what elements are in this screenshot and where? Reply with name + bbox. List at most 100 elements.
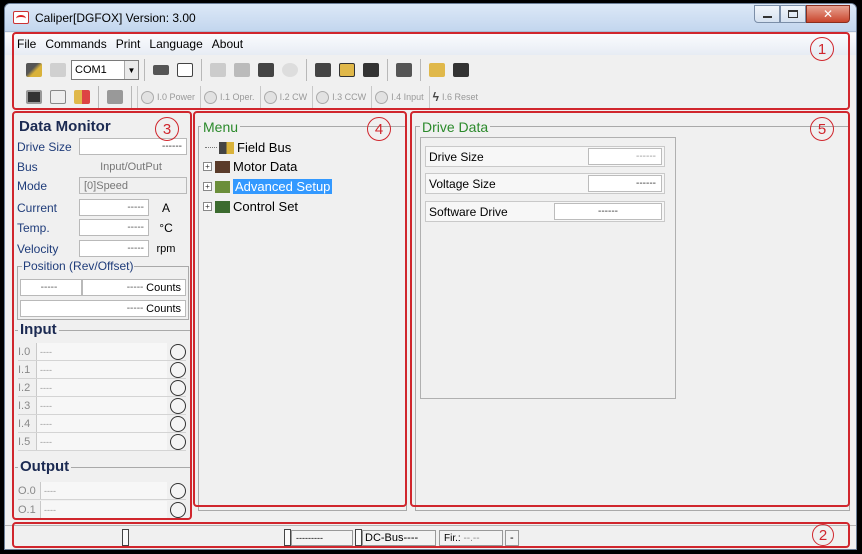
output-label: O.0 <box>18 484 36 497</box>
menu-tree-panel: Menu Field Bus + Motor Data + Advanced S… <box>198 119 407 511</box>
input-value: ---- <box>36 397 167 414</box>
files-icon <box>74 90 90 104</box>
led-indicator-icon <box>170 379 186 396</box>
expand-icon[interactable]: + <box>203 182 212 191</box>
status-led-icon <box>284 529 291 546</box>
menu-tree-title: Menu <box>201 119 241 135</box>
folder-motor-icon <box>429 63 445 77</box>
input-value: ---- <box>36 361 167 378</box>
input-label: I.4 <box>18 417 31 430</box>
title-bar[interactable]: Caliper[DGFOX] Version: 3.00 ✕ <box>5 4 856 32</box>
files-button[interactable] <box>71 86 93 108</box>
position-group: Position (Rev/Offset) ----- ----- Counts… <box>17 259 189 320</box>
input-label: I.0 <box>18 345 31 358</box>
dm-drive-size-value: ------ <box>79 138 187 155</box>
input-group: Input I.0 ---- I.1 ---- I.2 ---- I.3 ---- I.… <box>15 321 191 456</box>
annotation-badge-2: 2 <box>812 524 834 546</box>
window-title: Caliper[DGFOX] Version: 3.00 <box>35 11 196 25</box>
dm-label: Velocity <box>17 241 59 256</box>
drive-data-title: Drive Data <box>420 119 491 135</box>
wand-icon <box>210 63 226 77</box>
input-label: I.5 <box>18 435 31 448</box>
toolbar-tool-4[interactable] <box>279 59 301 81</box>
io-reset-button[interactable]: ϟ I.6 Reset <box>428 86 481 108</box>
status-bar: --------- DC-Bus---- Fir.: --.-- - <box>5 525 856 549</box>
tree-item-control-set[interactable]: + Control Set <box>203 199 298 214</box>
dm-row-velocity: Velocity ----- rpm <box>15 239 183 258</box>
io-input-button[interactable]: I.4 Input <box>371 86 427 108</box>
position-row-2: ----- Counts <box>20 300 186 317</box>
led-indicator-icon <box>170 482 186 499</box>
tree-item-motor-data[interactable]: + Motor Data <box>203 159 297 174</box>
menu-about[interactable]: About <box>212 37 243 51</box>
led-indicator-icon <box>170 361 186 378</box>
position-2-unit: Counts <box>146 302 181 315</box>
tree-item-advanced-setup[interactable]: + Advanced Setup <box>203 179 333 194</box>
toolbar-tool-7[interactable] <box>360 59 382 81</box>
toolbar-tool-1[interactable] <box>207 59 229 81</box>
advanced-setup-icon <box>215 180 230 193</box>
dm-current-value: ----- <box>79 199 149 216</box>
status-led-icon <box>355 529 362 546</box>
toolbar-tool-3[interactable] <box>255 59 277 81</box>
monitor-button[interactable] <box>23 86 45 108</box>
toolbar-tool-6[interactable] <box>336 59 358 81</box>
led-indicator-icon <box>170 343 186 360</box>
annotation-badge-3: 3 <box>155 117 179 141</box>
io-power-button[interactable]: I.0 Power <box>137 86 198 108</box>
menu-commands[interactable]: Commands <box>45 37 106 51</box>
control-set-icon <box>215 200 230 213</box>
output-row-0: O.0 ---- <box>18 482 186 500</box>
com-port-value: COM1 <box>75 64 107 76</box>
print-preview-button[interactable] <box>174 59 196 81</box>
toolbar-tool-9[interactable] <box>426 59 448 81</box>
toolbar-separator <box>387 59 388 81</box>
expand-icon[interactable]: + <box>203 162 212 171</box>
toolbar-tool-8[interactable] <box>393 59 415 81</box>
output-row-1: O.1 ---- <box>18 501 186 519</box>
save-motor-icon <box>453 63 469 77</box>
maximize-button[interactable] <box>780 5 806 23</box>
minimize-button[interactable] <box>754 5 780 23</box>
dd-label: Software Drive <box>429 204 508 219</box>
tree-item-label: Motor Data <box>233 159 298 174</box>
disconnect-button[interactable] <box>47 59 69 81</box>
io-ccw-button[interactable]: I.3 CCW <box>312 86 369 108</box>
toolbar-tool-10[interactable] <box>450 59 472 81</box>
printer-icon <box>153 65 169 75</box>
input-value: ---- <box>36 415 167 432</box>
connect-button[interactable] <box>23 59 45 81</box>
input-label: I.3 <box>18 399 31 412</box>
output-title: Output <box>18 458 72 475</box>
menu-bar: File Commands Print Language About <box>5 33 856 55</box>
input-row-0: I.0 ---- <box>18 343 186 361</box>
position-offset-2-number: ----- <box>126 303 144 314</box>
settings-button[interactable] <box>104 86 126 108</box>
toolbar-tool-2[interactable] <box>231 59 253 81</box>
position-offset-number: ----- <box>126 282 144 293</box>
print-button[interactable] <box>150 59 172 81</box>
chart-button[interactable] <box>47 86 69 108</box>
menu-print[interactable]: Print <box>116 37 141 51</box>
dd-row-drive-size: Drive Size ------ <box>425 146 665 167</box>
dm-label: Mode <box>17 178 48 193</box>
dm-label: Bus <box>17 159 38 174</box>
com-port-select[interactable]: COM1 ▼ <box>71 60 139 80</box>
input-value: ---- <box>36 343 167 360</box>
dd-label: Drive Size <box>429 149 484 164</box>
dm-label: Temp. <box>17 220 50 235</box>
expand-icon[interactable]: + <box>203 202 212 211</box>
io-cw-button[interactable]: I.2 CW <box>259 86 311 108</box>
window-controls: ✕ <box>754 5 850 23</box>
close-button[interactable]: ✕ <box>806 5 850 23</box>
menu-language[interactable]: Language <box>149 37 202 51</box>
io-cw-label: I.2 CW <box>279 92 308 102</box>
menu-file[interactable]: File <box>17 37 36 51</box>
tree-item-field-bus[interactable]: Field Bus <box>205 140 291 155</box>
dd-label: Voltage Size <box>429 176 496 191</box>
io-oper-button[interactable]: I.1 Oper. <box>200 86 258 108</box>
status-led-icon <box>122 529 129 546</box>
dd-row-software-drive: Software Drive ------ <box>425 201 665 222</box>
toolbar-tool-5[interactable] <box>312 59 334 81</box>
power-icon <box>141 90 154 104</box>
